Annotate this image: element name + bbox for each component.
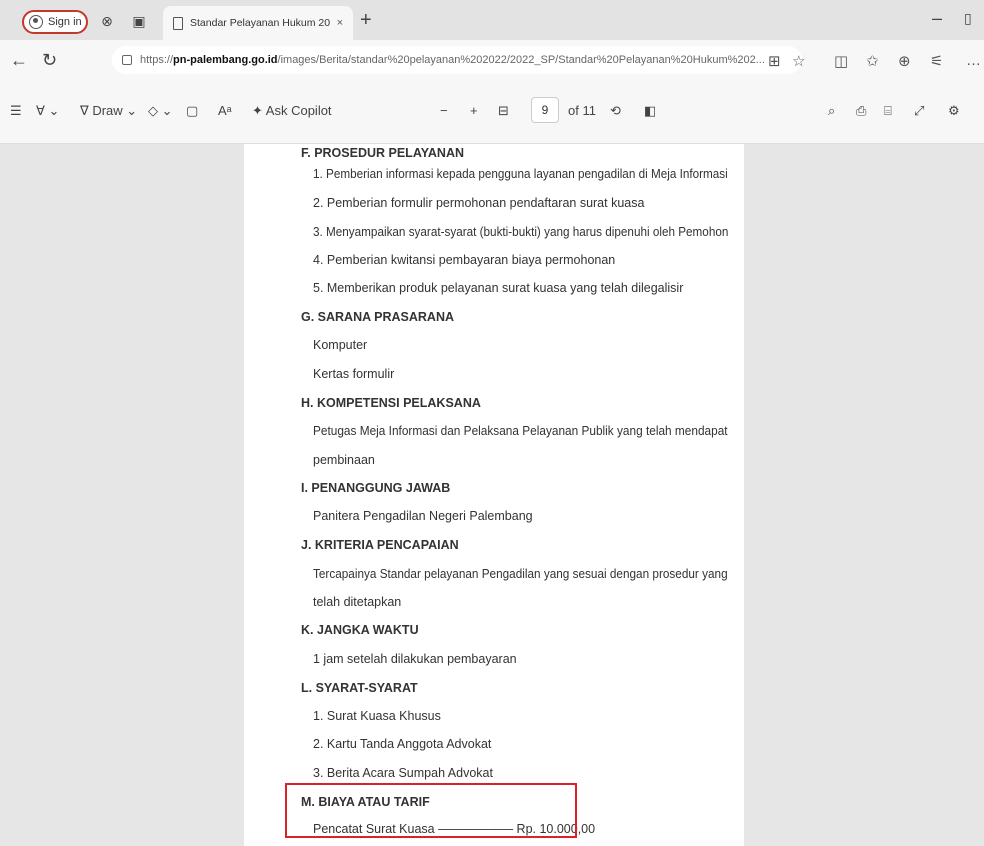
fit-page-icon[interactable]: ⊟ <box>498 103 509 119</box>
url-prefix: https:// <box>140 54 174 66</box>
section-heading: I. PENANGGUNG JAWAB <box>301 481 451 495</box>
profile-icon <box>29 15 43 29</box>
list-item: 1. Surat Kuasa Khusus <box>313 709 441 723</box>
rotate-icon[interactable]: ⟲ <box>610 103 621 119</box>
url-text: https://pn-palembang.go.id/images/Berita… <box>140 54 765 66</box>
new-tab-button[interactable]: + <box>360 9 372 32</box>
url-path: /images/Berita/standar%20pelayanan%20202… <box>277 54 765 66</box>
paragraph-line: pembinaan <box>313 453 375 467</box>
address-bar[interactable]: https://pn-palembang.go.id/images/Berita… <box>112 46 802 74</box>
read-aloud-pdf-icon[interactable]: Aᵃ <box>218 103 232 118</box>
pdf-viewer[interactable] <box>0 144 984 846</box>
page-view-icon[interactable]: ◧ <box>644 103 656 119</box>
tab-close-button[interactable]: × <box>337 17 343 29</box>
zoom-out-button[interactable]: − <box>440 103 448 118</box>
paragraph-line: Komputer <box>313 338 368 352</box>
section-heading: K. JANGKA WAKTU <box>301 623 419 637</box>
ask-copilot-button[interactable]: ✦ Ask Copilot <box>252 103 332 119</box>
document-icon <box>173 16 183 30</box>
erase-icon[interactable]: ◇ ⌄ <box>148 103 173 119</box>
minimize-button[interactable]: – <box>932 8 942 29</box>
list-item: 4. Pemberian kwitansi pembayaran biaya p… <box>313 253 616 267</box>
sign-in-button[interactable]: Sign in <box>22 10 88 34</box>
list-item: 5. Memberikan produk pelayanan surat kua… <box>313 281 684 295</box>
collections-icon[interactable]: ⊕ <box>898 52 911 70</box>
section-heading: F. PROSEDUR PELAYANAN <box>301 146 465 160</box>
workspaces-icon[interactable]: ⊗ <box>96 10 118 32</box>
print-icon[interactable]: ⎙ <box>856 103 866 119</box>
highlight-annotation-box <box>285 783 577 838</box>
paragraph-line: Panitera Pengadilan Negeri Palembang <box>313 509 533 523</box>
extensions-icon[interactable]: ⚟ <box>930 52 943 70</box>
page-total: of 11 <box>568 103 596 118</box>
paragraph-line: 1 jam setelah dilakukan pembayaran <box>313 652 517 666</box>
draw-label: Draw <box>92 103 123 118</box>
draw-button[interactable]: ∇ Draw ⌄ <box>80 103 137 119</box>
back-button[interactable]: ← <box>10 50 28 71</box>
sign-in-label: Sign in <box>48 16 82 28</box>
section-heading: H. KOMPETENSI PELAKSANA <box>301 396 481 410</box>
tab-active[interactable]: Standar Pelayanan Hukum 202... × <box>163 6 353 40</box>
favorite-star-icon[interactable]: ☆ <box>792 52 805 70</box>
tab-title: Standar Pelayanan Hukum 202... <box>190 17 330 29</box>
paragraph-line: Petugas Meja Informasi dan Pelaksana Pel… <box>313 424 728 438</box>
section-heading: L. SYARAT-SYARAT <box>301 681 418 695</box>
list-item: 2. Kartu Tanda Anggota Advokat <box>313 737 492 751</box>
text-icon[interactable]: ▢ <box>186 103 198 119</box>
lock-icon <box>122 55 132 65</box>
more-menu-icon[interactable]: … <box>966 52 981 69</box>
list-item: 2. Pemberian formulir permohonan pendaft… <box>313 196 645 210</box>
url-host: pn-palembang.go.id <box>173 54 278 66</box>
list-item: 3. Berita Acara Sumpah Advokat <box>313 766 493 780</box>
section-heading: G. SARANA PRASARANA <box>301 310 455 324</box>
maximize-button[interactable]: ▯ <box>964 10 972 27</box>
paragraph-line: telah ditetapkan <box>313 595 402 609</box>
paragraph-line: Kertas formulir <box>313 367 395 381</box>
split-screen-icon[interactable]: ◫ <box>834 52 848 70</box>
paragraph-line: Tercapainya Standar pelayanan Pengadilan… <box>313 567 728 581</box>
settings-icon[interactable]: ⚙ <box>948 103 960 119</box>
pdf-toolbar: ☰ ∀ ⌄ ∇ Draw ⌄ ◇ ⌄ ▢ Aᵃ ✦ Ask Copilot − … <box>0 80 984 144</box>
ask-copilot-label: Ask Copilot <box>265 103 332 118</box>
read-aloud-icon[interactable]: ⊞ <box>768 52 781 70</box>
list-item: 3. Menyampaikan syarat-syarat (bukti-buk… <box>313 225 729 239</box>
refresh-button[interactable]: ↻ <box>42 50 57 71</box>
section-heading: J. KRITERIA PENCAPAIAN <box>301 538 459 552</box>
address-bar-row: ← ↻ https://pn-palembang.go.id/images/Be… <box>0 40 984 80</box>
page-number-input[interactable]: 9 <box>531 97 559 123</box>
zoom-in-button[interactable]: + <box>470 103 478 118</box>
highlight-icon[interactable]: ∀ ⌄ <box>36 103 59 119</box>
search-icon[interactable]: ⌕ <box>828 103 835 119</box>
contents-icon[interactable]: ☰ <box>10 103 22 119</box>
favorites-icon[interactable]: ✩ <box>866 52 879 70</box>
expand-icon[interactable]: ⤢ <box>914 103 924 119</box>
tab-actions-icon[interactable]: ▣ <box>128 10 150 32</box>
tab-strip: Sign in ⊗ ▣ Standar Pelayanan Hukum 202.… <box>0 0 984 40</box>
save-icon[interactable]: ⌸ <box>884 103 892 119</box>
list-item: 1. Pemberian informasi kepada pengguna l… <box>313 167 728 181</box>
